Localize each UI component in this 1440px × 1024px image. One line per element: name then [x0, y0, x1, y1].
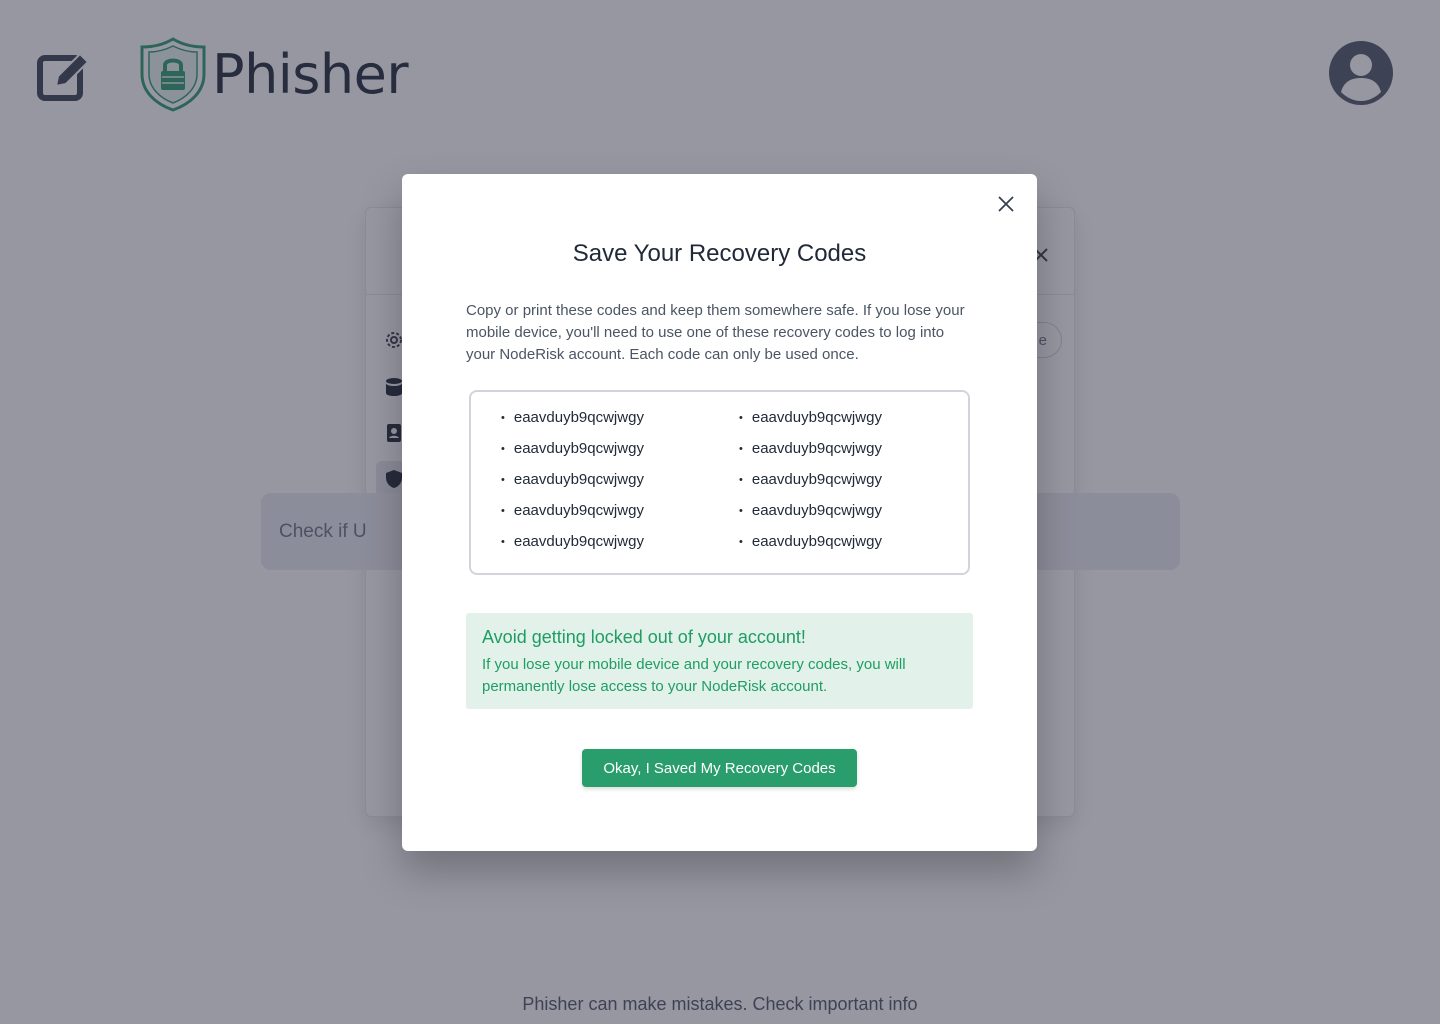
- modal-title: Save Your Recovery Codes: [572, 240, 867, 267]
- recovery-code: eaavduyb9qcwjwgy: [739, 402, 977, 433]
- lockout-warning-alert: Avoid getting locked out of your account…: [466, 613, 973, 709]
- recovery-codes-modal: Save Your Recovery Codes Copy or print t…: [402, 174, 1037, 851]
- recovery-code: eaavduyb9qcwjwgy: [739, 464, 977, 495]
- recovery-code: eaavduyb9qcwjwgy: [501, 433, 739, 464]
- recovery-code: eaavduyb9qcwjwgy: [739, 526, 977, 557]
- recovery-codes-list: eaavduyb9qcwjwgy eaavduyb9qcwjwgy eaavdu…: [469, 390, 970, 575]
- recovery-code: eaavduyb9qcwjwgy: [739, 495, 977, 526]
- recovery-code: eaavduyb9qcwjwgy: [501, 402, 739, 433]
- alert-title: Avoid getting locked out of your account…: [482, 627, 806, 647]
- alert-body: If you lose your mobile device and your …: [482, 656, 906, 695]
- close-icon: [998, 196, 1014, 212]
- modal-description: Copy or print these codes and keep them …: [466, 302, 965, 363]
- confirm-saved-codes-button[interactable]: Okay, I Saved My Recovery Codes: [582, 749, 857, 787]
- recovery-code: eaavduyb9qcwjwgy: [501, 526, 739, 557]
- recovery-code: eaavduyb9qcwjwgy: [501, 495, 739, 526]
- recovery-code: eaavduyb9qcwjwgy: [739, 433, 977, 464]
- modal-close-button[interactable]: [996, 194, 1016, 214]
- recovery-code: eaavduyb9qcwjwgy: [501, 464, 739, 495]
